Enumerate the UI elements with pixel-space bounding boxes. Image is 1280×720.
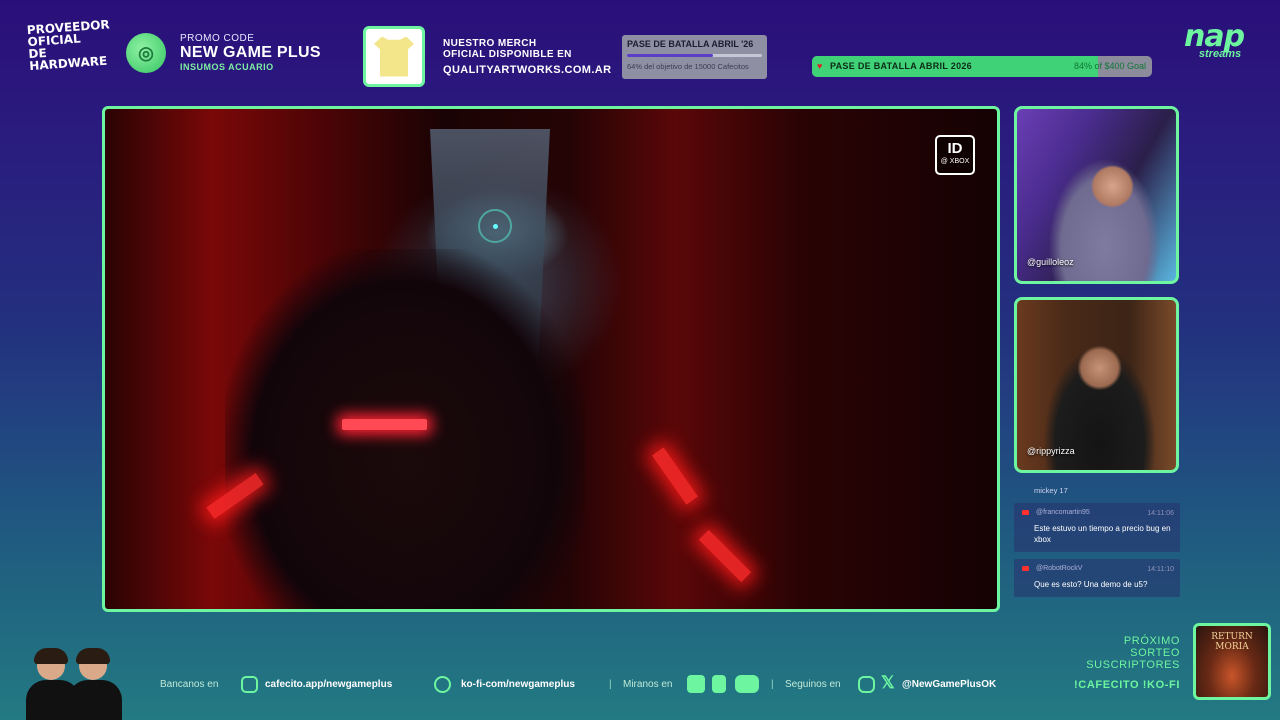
webcam-2-name: @rippyrizza — [1027, 446, 1075, 456]
host-avatar-2 — [68, 646, 122, 720]
miranos-label: Miranos en — [623, 679, 673, 690]
merch-block: NUESTRO MERCH OFICIAL DISPONIBLE EN QUAL… — [443, 38, 612, 76]
id-xbox-badge: ID @ XBOX — [935, 135, 975, 175]
sorteo-commands: !CAFECITO !KO-FI — [1074, 679, 1180, 691]
chat-partial-message: mickey 17 — [1034, 487, 1068, 495]
chat-message: @francomartin95 14:11:06 Este estuvo un … — [1014, 503, 1180, 552]
nap-streams-logo: nap streams — [1184, 22, 1256, 61]
x-twitter-icon[interactable]: 𝕏 — [881, 673, 895, 693]
webcam-1-name: @guilloleoz — [1027, 257, 1074, 267]
seguinos-label: Seguinos en — [785, 679, 841, 690]
battle-pass-big-goal: 84% of $400 Goal — [1073, 61, 1146, 71]
battle-pass-big-bar: ♥ PASE DE BATALLA ABRIL 2026 84% of $400… — [812, 56, 1152, 77]
helmet-light — [342, 419, 427, 430]
social-handle[interactable]: @NewGamePlusOK — [902, 679, 996, 690]
sorteo-line3: SUSCRIPTORES — [1086, 659, 1180, 671]
player-figure — [225, 249, 585, 609]
sorteo-line2: SORTEO — [1130, 647, 1180, 659]
kofi-link[interactable]: ko-fi-com/newgameplus — [461, 679, 575, 690]
sorteo-block: PRÓXIMO SORTEO SUSCRIPTORES — [1086, 635, 1180, 671]
reticle-icon — [478, 209, 512, 243]
battle-pass-small-bar — [627, 54, 762, 57]
bancanos-label: Bancanos en — [160, 679, 219, 690]
kofi-icon — [434, 676, 451, 693]
sorteo-line1: PRÓXIMO — [1123, 635, 1180, 647]
youtube-icon[interactable] — [735, 675, 759, 693]
cafecito-link[interactable]: cafecito.app/newgameplus — [265, 679, 392, 690]
youtube-icon — [1022, 510, 1029, 515]
promo-sponsor: INSUMOS ACUARIO — [180, 62, 274, 72]
instagram-icon[interactable] — [858, 676, 875, 693]
webcam-2: @rippyrizza — [1014, 297, 1179, 473]
merch-line2: OFICIAL DISPONIBLE EN — [443, 49, 572, 60]
youtube-icon — [1022, 566, 1029, 571]
game-capture: ID @ XBOX — [102, 106, 1000, 612]
hosts-illustration — [18, 646, 136, 720]
separator: | — [771, 679, 774, 690]
promo-label: PROMO CODE — [180, 33, 255, 44]
battle-pass-small-subtitle: 64% del objetivo de 15000 Cafecitos — [627, 62, 749, 71]
red-light-bottom — [698, 529, 752, 583]
merch-url: QUALITYARTWORKS.COM.AR — [443, 64, 612, 76]
id-xbox-logo-icon: ID — [947, 140, 963, 157]
chat-time: 14:11:06 — [1147, 510, 1174, 517]
promo-block: PROMO CODE NEW GAME PLUS INSUMOS ACUARIO — [180, 33, 321, 72]
battle-pass-big-title: PASE DE BATALLA ABRIL 2026 — [830, 61, 972, 71]
hardware-provider-badge: PROVEEDOR OFICIAL DE HARDWARE — [26, 17, 111, 74]
battle-pass-small-widget: PASE DE BATALLA ABRIL '26 64% del objeti… — [622, 35, 767, 79]
chat-message: @RobotRockV 14:11:10 Que es esto? Una de… — [1014, 559, 1180, 597]
merch-line1: NUESTRO MERCH — [443, 38, 537, 49]
merch-shirt-image — [363, 26, 425, 87]
return-to-moria-cover: RETURN MORIA — [1193, 623, 1271, 700]
id-xbox-label: @ XBOX — [940, 158, 970, 165]
twitch-icon[interactable] — [687, 675, 705, 693]
battle-pass-small-title: PASE DE BATALLA ABRIL '26 — [627, 39, 754, 49]
red-light-right — [652, 447, 698, 505]
kick-icon[interactable] — [712, 675, 726, 693]
chat-time: 14:11:10 — [1147, 566, 1174, 573]
moria-title: RETURN MORIA — [1211, 632, 1253, 652]
chat-text: Que es esto? Una demo de u5? — [1034, 580, 1148, 589]
chat-panel: mickey 17 @francomartin95 14:11:06 Este … — [1014, 487, 1180, 610]
chat-text: Este estuvo un tiempo a precio bug en xb… — [1034, 524, 1171, 544]
webcam-1: @guilloleoz — [1014, 106, 1179, 284]
heart-icon: ♥ — [817, 61, 823, 71]
battle-pass-small-fill — [627, 54, 714, 57]
promo-code: NEW GAME PLUS — [180, 44, 321, 61]
cafecito-icon — [241, 676, 258, 693]
separator: | — [609, 679, 612, 690]
promo-coin-logo: ◎ — [126, 33, 166, 73]
